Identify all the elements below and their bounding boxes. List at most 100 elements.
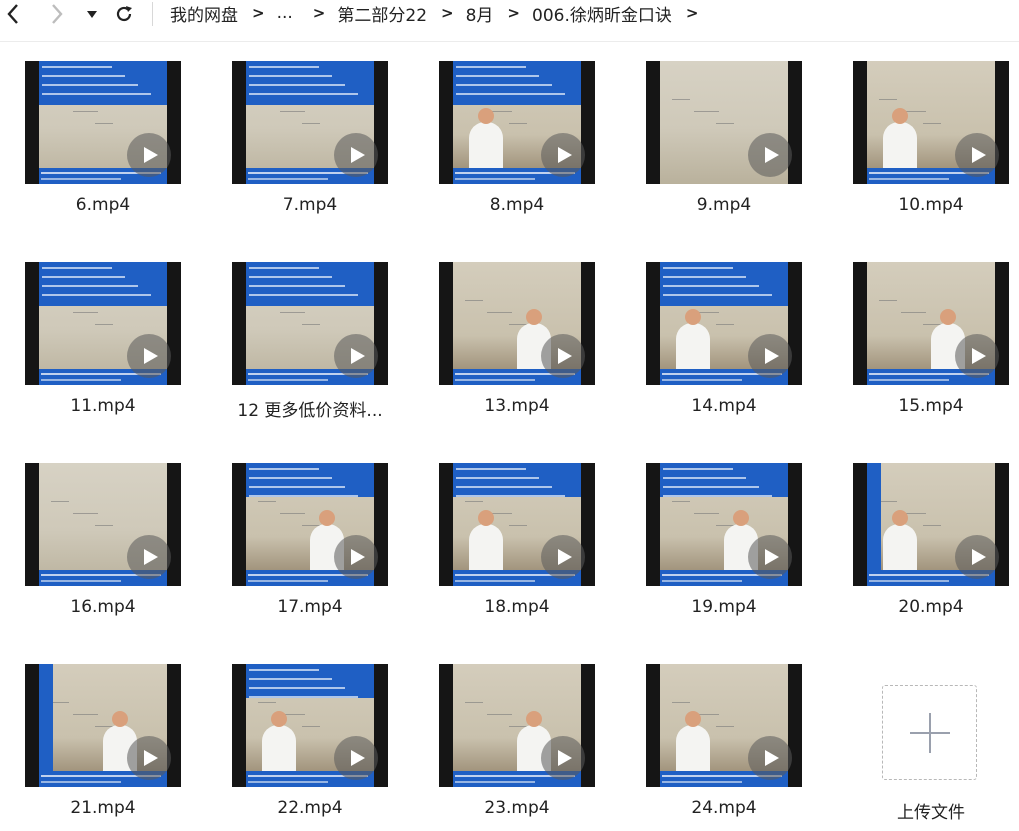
file-item[interactable]: 10.mp4 [853, 61, 1009, 221]
presenter-head [478, 108, 494, 124]
caption-text-line [249, 93, 358, 95]
caption-text-line [248, 781, 328, 783]
upload-dropzone[interactable] [882, 685, 977, 780]
caption-text-line [869, 178, 949, 180]
file-item[interactable]: 13.mp4 [439, 262, 595, 422]
file-name: 12 更多低价资料... [237, 401, 383, 421]
caption-text-line [456, 486, 552, 488]
play-icon[interactable] [334, 736, 378, 780]
presenter-figure [883, 510, 917, 574]
caption-text-line [249, 477, 332, 479]
video-thumbnail[interactable] [853, 61, 1009, 184]
caption-text-line [249, 75, 332, 77]
file-item[interactable]: 22.mp4 [232, 664, 388, 824]
file-item[interactable]: 18.mp4 [439, 463, 595, 623]
caption-banner-top [453, 61, 581, 105]
file-item[interactable]: 12 更多低价资料... [232, 262, 388, 422]
play-icon[interactable] [748, 535, 792, 579]
file-item[interactable]: 11.mp4 [25, 262, 181, 422]
play-icon[interactable] [127, 736, 171, 780]
presenter-figure [676, 309, 710, 373]
video-thumbnail[interactable] [232, 262, 388, 385]
file-item[interactable]: 16.mp4 [25, 463, 181, 623]
caption-text-line [249, 687, 345, 689]
play-icon[interactable] [127, 334, 171, 378]
play-icon[interactable] [541, 736, 585, 780]
file-item[interactable]: 19.mp4 [646, 463, 802, 623]
video-thumbnail[interactable] [646, 262, 802, 385]
play-icon[interactable] [955, 133, 999, 177]
video-thumbnail[interactable] [232, 664, 388, 787]
board-writing [672, 702, 690, 703]
file-item[interactable]: 17.mp4 [232, 463, 388, 623]
play-icon[interactable] [955, 535, 999, 579]
video-thumbnail[interactable] [25, 262, 181, 385]
caption-text-line [248, 178, 328, 180]
video-thumbnail[interactable] [232, 61, 388, 184]
play-icon[interactable] [541, 535, 585, 579]
video-thumbnail[interactable] [646, 61, 802, 184]
video-thumbnail[interactable] [439, 463, 595, 586]
caption-text-line [662, 379, 742, 381]
video-thumbnail[interactable] [25, 463, 181, 586]
file-name: 24.mp4 [691, 798, 757, 818]
file-item[interactable]: 6.mp4 [25, 61, 181, 221]
caption-text-line [249, 468, 319, 470]
video-thumbnail[interactable] [25, 664, 181, 787]
play-icon[interactable] [748, 736, 792, 780]
board-writing [716, 123, 734, 124]
video-thumbnail[interactable] [439, 664, 595, 787]
caption-banner-top [39, 262, 167, 306]
board-writing [509, 123, 527, 124]
video-thumbnail[interactable] [853, 463, 1009, 586]
play-icon[interactable] [127, 535, 171, 579]
play-icon[interactable] [334, 133, 378, 177]
video-thumbnail[interactable] [25, 61, 181, 184]
caption-text-line [455, 178, 535, 180]
video-thumbnail[interactable] [232, 463, 388, 586]
play-icon[interactable] [127, 133, 171, 177]
file-item[interactable]: 14.mp4 [646, 262, 802, 422]
caption-banner-top [246, 664, 374, 698]
presenter-head [892, 108, 908, 124]
board-writing [694, 513, 719, 514]
file-item[interactable]: 21.mp4 [25, 664, 181, 824]
caption-text-line [42, 276, 125, 278]
play-icon[interactable] [334, 535, 378, 579]
caption-text-line [456, 468, 526, 470]
presenter-head [526, 309, 542, 325]
video-thumbnail[interactable] [439, 61, 595, 184]
video-thumbnail[interactable] [646, 664, 802, 787]
play-icon[interactable] [955, 334, 999, 378]
file-item[interactable]: 20.mp4 [853, 463, 1009, 623]
caption-text-line [663, 285, 759, 287]
file-item[interactable]: 15.mp4 [853, 262, 1009, 422]
play-icon[interactable] [748, 133, 792, 177]
play-icon[interactable] [541, 334, 585, 378]
play-icon[interactable] [748, 334, 792, 378]
play-icon[interactable] [541, 133, 585, 177]
board-writing [716, 726, 734, 727]
file-item[interactable]: 7.mp4 [232, 61, 388, 221]
board-writing [280, 513, 305, 514]
video-thumbnail[interactable] [853, 262, 1009, 385]
caption-text-line [42, 93, 151, 95]
file-item[interactable]: 23.mp4 [439, 664, 595, 824]
file-item[interactable]: 8.mp4 [439, 61, 595, 221]
file-item[interactable]: 9.mp4 [646, 61, 802, 221]
board-writing [280, 312, 305, 313]
upload-file-tile[interactable]: 上传文件 [853, 664, 1009, 824]
file-name: 7.mp4 [282, 195, 338, 215]
file-item[interactable]: 24.mp4 [646, 664, 802, 824]
file-name: 9.mp4 [696, 195, 752, 215]
caption-text-line [42, 66, 112, 68]
caption-text-line [42, 294, 151, 296]
video-thumbnail[interactable] [439, 262, 595, 385]
file-name: 20.mp4 [898, 597, 964, 617]
caption-banner-top [660, 262, 788, 306]
video-thumbnail[interactable] [646, 463, 802, 586]
play-icon[interactable] [334, 334, 378, 378]
caption-text-line [249, 696, 358, 698]
presenter-head [478, 510, 494, 526]
presenter-head [526, 711, 542, 727]
